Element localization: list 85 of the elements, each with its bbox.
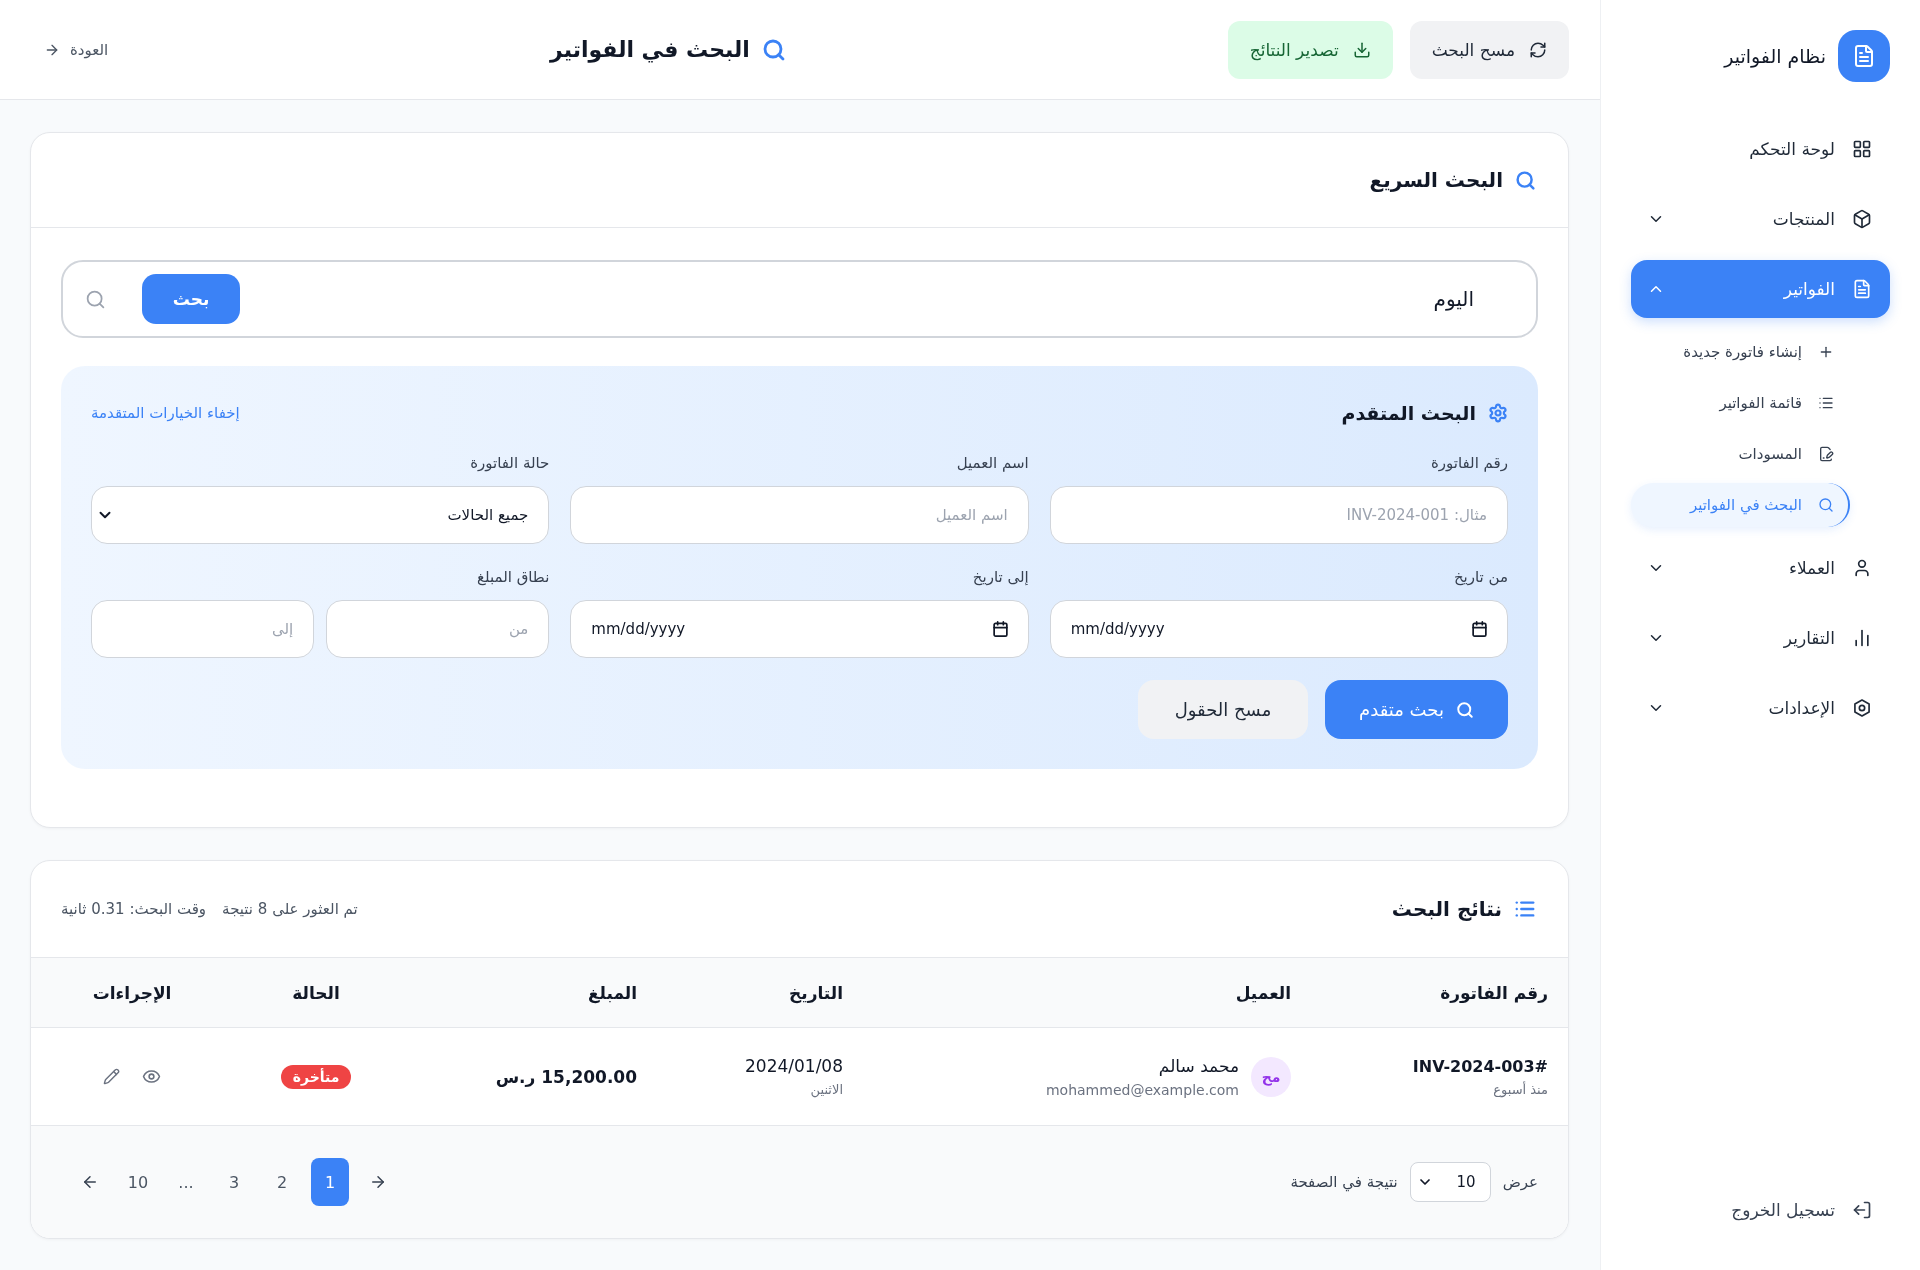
column-header: الإجراءات [91, 981, 173, 1006]
nav-item[interactable]: التقارير [1631, 609, 1890, 667]
settings-icon [1852, 698, 1872, 718]
search-icon [1515, 169, 1536, 191]
nav-item[interactable]: العملاء [1631, 539, 1890, 597]
search-icon [1818, 497, 1834, 513]
export-button[interactable]: تصدير النتائج [1227, 20, 1393, 79]
page-button[interactable]: 3 [215, 1158, 253, 1206]
list-icon [1514, 898, 1536, 920]
pagination-ellipsis: ... [177, 1172, 195, 1192]
app-name: نظام الفواتير [1724, 45, 1826, 67]
section-title: البحث السريع [1369, 168, 1503, 192]
amount-input[interactable]: إلى [91, 600, 315, 658]
user-icon [1852, 558, 1872, 578]
gear-icon [1488, 403, 1508, 423]
pager-label: عرض [1502, 1173, 1538, 1191]
amount-input[interactable]: من [326, 600, 550, 658]
search-icon [1455, 700, 1474, 719]
logout-icon [1852, 1200, 1872, 1220]
column-header: رقم الفاتورة [1439, 981, 1549, 1005]
document-icon [1852, 279, 1872, 299]
text-input[interactable]: اسم العميل [570, 486, 1029, 544]
calendar-icon [991, 620, 1009, 638]
document-logo-icon [1838, 30, 1890, 82]
calendar-icon [1471, 620, 1488, 638]
edit-document-icon [1818, 446, 1834, 462]
results-summary: تم العثور على 8 نتيجة [222, 900, 358, 918]
invoice-date: 2024/01/08 [745, 1056, 843, 1076]
box-icon [1852, 209, 1872, 229]
clear-search-button[interactable]: مسح البحث [1409, 20, 1569, 79]
arrow-right-icon[interactable] [369, 1173, 387, 1191]
invoice-number: #INV-2024-003 [1412, 1056, 1548, 1076]
pencil-icon[interactable] [103, 1068, 120, 1085]
avatar-initials: مح [1251, 1056, 1291, 1097]
search-field[interactable]: اليوم بحث [61, 260, 1538, 338]
clear-fields-button[interactable]: مسح الحقول [1138, 680, 1308, 739]
field-label: نطاق المبلغ [476, 567, 550, 587]
nav-item[interactable]: المنتجات [1631, 190, 1890, 248]
field-label: حالة الفاتورة [469, 453, 550, 473]
customer-name: محمد سالم [1158, 1055, 1239, 1076]
search-icon [85, 288, 106, 310]
field-label: رقم الفاتورة [1429, 453, 1508, 473]
date-input[interactable]: mm/dd/yyyy [1049, 600, 1508, 658]
nav-subitem[interactable]: إنشاء فاتورة جديدة [1631, 330, 1850, 374]
logout-item[interactable]: تسجيل الخروج [1631, 1188, 1890, 1232]
page-button[interactable]: 2 [263, 1158, 301, 1206]
eye-icon[interactable] [142, 1067, 161, 1086]
list-icon [1818, 395, 1834, 411]
column-header: المبلغ [586, 981, 638, 1006]
results-summary: وقت البحث: 0.31 ثانية [61, 900, 207, 918]
nav-subitem[interactable]: قائمة الفواتير [1631, 381, 1850, 425]
search-icon [761, 37, 786, 62]
panel-title: البحث المتقدم [1341, 402, 1476, 424]
column-header: التاريخ [788, 981, 844, 1006]
page-button[interactable]: 1 [311, 1158, 349, 1206]
nav-item[interactable]: الفواتير [1631, 260, 1890, 318]
search-button[interactable]: بحث [142, 274, 240, 324]
page-title: البحث في الفواتير [550, 37, 750, 62]
plus-icon [1818, 344, 1834, 360]
field-label: إلى تاريخ [971, 567, 1029, 587]
nav-item[interactable]: الإعدادات [1631, 679, 1890, 737]
column-header: العميل [1234, 981, 1292, 1005]
invoice-amount: 15,200.00 ر.س [495, 1066, 637, 1087]
column-header: الحالة [291, 981, 341, 1005]
field-label: من تاريخ [1452, 567, 1508, 587]
bar-chart-icon [1852, 628, 1872, 648]
refresh-icon [1529, 40, 1547, 59]
download-icon [1352, 40, 1371, 59]
text-input[interactable]: مثال: INV-2024-001 [1049, 486, 1508, 544]
advanced-search-button[interactable]: بحث متقدم [1325, 680, 1508, 739]
field-label: اسم العميل [955, 453, 1029, 473]
per-page-select[interactable]: 10 [1409, 1162, 1491, 1202]
date-input[interactable]: mm/dd/yyyy [570, 600, 1029, 658]
nav-item[interactable]: لوحة التحكم [1631, 120, 1890, 178]
section-title: نتائج البحث [1391, 897, 1502, 921]
back-link[interactable]: العودة [44, 40, 109, 59]
customer-email: mohammed@example.com [1045, 1081, 1239, 1098]
invoice-age: منذ أسبوع [1493, 1081, 1548, 1097]
weekday: الاثنين [810, 1082, 843, 1097]
status-select[interactable]: جميع الحالات [91, 486, 550, 544]
page-button[interactable]: 10 [119, 1158, 157, 1206]
pager-label: نتيجة في الصفحة [1290, 1173, 1398, 1191]
status-badge: متأخرة [280, 1064, 352, 1089]
nav-subitem[interactable]: المسودات [1631, 432, 1850, 476]
grid-icon [1852, 139, 1872, 159]
